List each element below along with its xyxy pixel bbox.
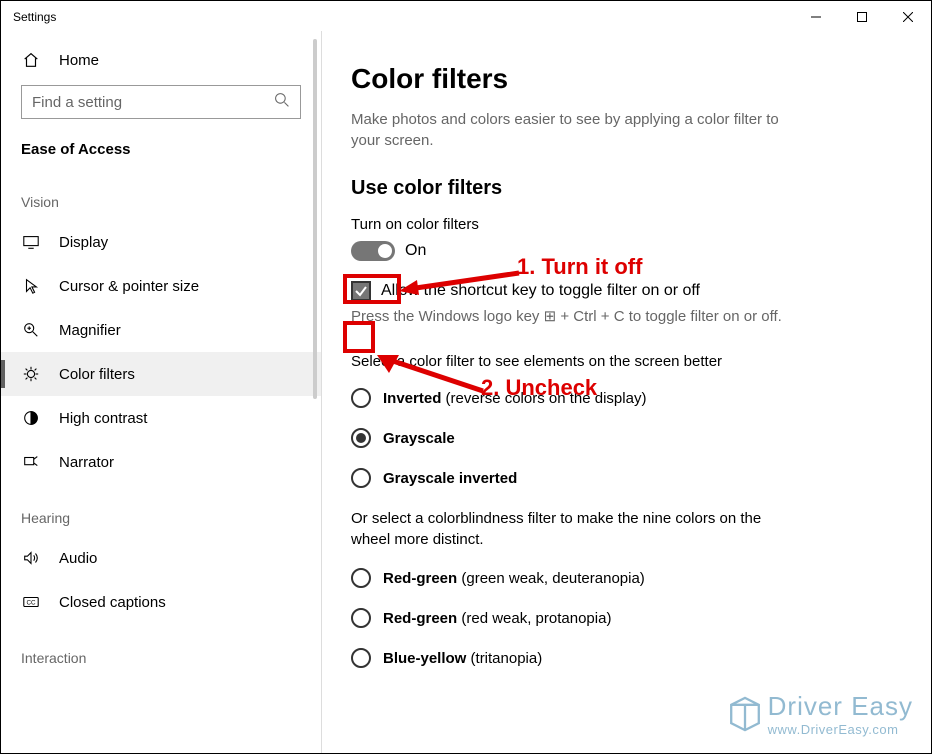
cursor-icon [21, 277, 41, 295]
radio-icon [351, 608, 371, 628]
search-field[interactable] [32, 94, 262, 111]
nav-closed-captions[interactable]: CC Closed captions [1, 580, 321, 624]
radio-inverted[interactable]: Inverted (reverse colors on the display) [351, 388, 891, 408]
radio-label: Grayscale [383, 430, 455, 447]
group-vision: Vision [1, 168, 321, 220]
watermark-logo-icon [722, 691, 768, 737]
search-icon [274, 92, 290, 113]
nav-high-contrast[interactable]: High contrast [1, 396, 321, 440]
titlebar: Settings [1, 1, 931, 33]
watermark: Driver Easy www.DriverEasy.com [722, 691, 913, 737]
color-filters-toggle[interactable] [351, 241, 395, 261]
watermark-url: www.DriverEasy.com [768, 722, 913, 737]
radio-icon [351, 648, 371, 668]
nav-narrator[interactable]: Narrator [1, 440, 321, 484]
colorblind-intro: Or select a colorblindness filter to mak… [351, 508, 791, 550]
group-interaction: Interaction [1, 624, 321, 676]
radio-protanopia[interactable]: Red-green (red weak, protanopia) [351, 608, 891, 628]
maximize-button[interactable] [839, 1, 885, 33]
windows-key-icon: ⊞ [544, 308, 557, 325]
close-button[interactable] [885, 1, 931, 33]
page-description: Make photos and colors easier to see by … [351, 109, 791, 151]
nav-label: Magnifier [59, 322, 121, 339]
shortcut-checkbox[interactable] [351, 281, 371, 301]
radio-icon [351, 468, 371, 488]
section-heading: Use color filters [351, 177, 891, 200]
nav-label: Audio [59, 550, 97, 567]
nav-label: Closed captions [59, 594, 166, 611]
nav-label: Cursor & pointer size [59, 278, 199, 295]
nav-label: Narrator [59, 454, 114, 471]
filter-intro: Select a color filter to see elements on… [351, 353, 891, 370]
radio-label: Red-green (red weak, protanopia) [383, 610, 611, 627]
closed-captions-icon: CC [21, 593, 41, 611]
main-content: Color filters Make photos and colors eas… [321, 33, 931, 753]
nav-home-label: Home [59, 52, 99, 69]
nav-home[interactable]: Home [1, 43, 321, 77]
page-title: Color filters [351, 63, 891, 95]
minimize-button[interactable] [793, 1, 839, 33]
magnifier-icon [21, 321, 41, 339]
nav-label: High contrast [59, 410, 147, 427]
window-controls [793, 1, 931, 33]
high-contrast-icon [21, 409, 41, 427]
nav-display[interactable]: Display [1, 220, 321, 264]
audio-icon [21, 549, 41, 567]
radio-grayscale-inverted[interactable]: Grayscale inverted [351, 468, 891, 488]
shortcut-hint: Press the Windows logo key ⊞ + Ctrl + C … [351, 307, 891, 325]
display-icon [21, 233, 41, 251]
nav-magnifier[interactable]: Magnifier [1, 308, 321, 352]
radio-tritanopia[interactable]: Blue-yellow (tritanopia) [351, 648, 891, 668]
group-hearing: Hearing [1, 484, 321, 536]
radio-deuteranopia[interactable]: Red-green (green weak, deuteranopia) [351, 568, 891, 588]
radio-icon [351, 428, 371, 448]
narrator-icon [21, 453, 41, 471]
checkbox-label: Allow the shortcut key to toggle filter … [381, 282, 700, 300]
radio-icon [351, 388, 371, 408]
home-icon [21, 51, 41, 69]
radio-label: Red-green (green weak, deuteranopia) [383, 570, 645, 587]
search-input[interactable] [21, 85, 301, 119]
nav-cursor[interactable]: Cursor & pointer size [1, 264, 321, 308]
svg-text:CC: CC [27, 600, 37, 607]
radio-label: Grayscale inverted [383, 470, 517, 487]
category-title: Ease of Access [1, 119, 321, 168]
radio-label: Inverted (reverse colors on the display) [383, 390, 646, 407]
nav-label: Display [59, 234, 108, 251]
watermark-title: Driver Easy [768, 691, 913, 722]
sidebar: Home Ease of Access Vision Display Curso… [1, 33, 321, 753]
window-title: Settings [13, 10, 56, 24]
radio-icon [351, 568, 371, 588]
toggle-label: Turn on color filters [351, 216, 891, 233]
radio-grayscale[interactable]: Grayscale [351, 428, 891, 448]
toggle-state: On [405, 242, 426, 260]
color-filters-icon [21, 365, 41, 383]
nav-audio[interactable]: Audio [1, 536, 321, 580]
sidebar-scrollbar[interactable] [313, 39, 317, 399]
nav-color-filters[interactable]: Color filters [1, 352, 321, 396]
nav-label: Color filters [59, 366, 135, 383]
radio-label: Blue-yellow (tritanopia) [383, 650, 542, 667]
